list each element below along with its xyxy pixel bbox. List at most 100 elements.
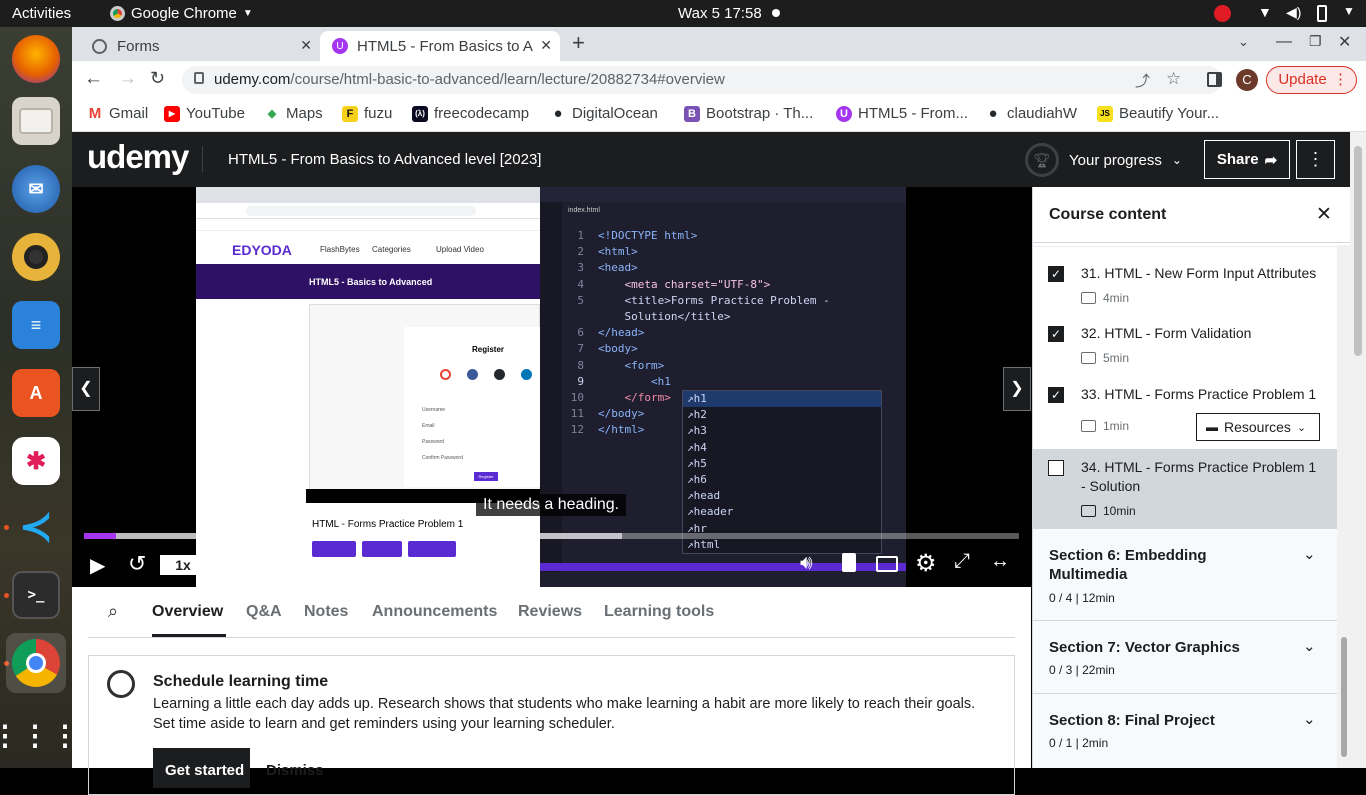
volume-icon[interactable]: 🔊︎ [800, 552, 813, 575]
tab-html5-course[interactable]: U HTML5 - From Basics to Ad ✕ [320, 31, 560, 61]
close-sidebar-icon[interactable]: ✕ [1316, 203, 1332, 226]
sidebar-scroll-thumb[interactable] [1341, 637, 1347, 757]
video-progress-bar[interactable] [84, 533, 1019, 539]
play-icon[interactable]: ▶ [90, 553, 105, 578]
thunderbird-icon[interactable]: ✉ [12, 165, 60, 213]
completed-checkbox[interactable]: ✓ [1048, 326, 1064, 342]
course-title[interactable]: HTML5 - From Basics to Advanced level [2… [228, 151, 541, 168]
side-panel-icon[interactable] [1207, 72, 1222, 87]
show-apps-icon[interactable]: ⋮⋮⋮ [0, 711, 79, 759]
completed-checkbox[interactable]: ✓ [1048, 266, 1064, 282]
lecture-title: 34. HTML - Forms Practice Problem 1 [1081, 459, 1317, 475]
update-button[interactable]: Update ⋮ [1266, 66, 1357, 94]
schedule-text-1: Learning a little each day adds up. Rese… [153, 696, 976, 712]
restore-window-button[interactable]: ❐ [1309, 33, 1322, 50]
bookmark-beautify[interactable]: JS Beautify Your... [1097, 105, 1219, 122]
rhythmbox-icon[interactable] [12, 233, 60, 281]
bookmark-youtube[interactable]: ▶ YouTube [164, 105, 245, 122]
bookmark-html5-course[interactable]: U HTML5 - From... [836, 105, 968, 122]
bookmark-bootstrap[interactable]: B Bootstrap · Th... [684, 105, 813, 122]
bookmark-star-icon[interactable]: ☆ [1166, 69, 1181, 89]
lecture-item[interactable]: ✓ 32. HTML - Form Validation 5min [1033, 309, 1337, 369]
battery-icon[interactable] [1317, 5, 1327, 22]
terminal-icon[interactable]: >_ [12, 571, 60, 619]
resources-dropdown[interactable]: ▬ Resources ⌄ [1196, 413, 1320, 441]
bookmark-fuzu[interactable]: Ffuzu [342, 105, 392, 122]
wifi-icon[interactable]: ▼ [1258, 4, 1272, 20]
transcript-icon[interactable] [842, 553, 856, 572]
libreoffice-writer-icon[interactable]: ≡ [12, 301, 60, 349]
forward-icon[interactable]: ↻ [218, 551, 236, 577]
section-title: Section 8: Final Project [1049, 712, 1215, 729]
next-lecture-button[interactable]: ❯ [1003, 367, 1031, 411]
chevron-down-icon: ⌄ [1296, 421, 1307, 434]
dismiss-button[interactable]: Dismiss [266, 762, 324, 779]
get-started-button[interactable]: Get started [153, 748, 250, 788]
tab-qa[interactable]: Q&A [246, 603, 282, 621]
inner-register-title: Register [472, 345, 505, 354]
completed-checkbox[interactable]: ✓ [1048, 387, 1064, 403]
profile-avatar[interactable]: C [1236, 69, 1258, 91]
fullscreen-icon[interactable]: ⤢ [954, 550, 970, 573]
incomplete-checkbox[interactable] [1048, 460, 1064, 476]
vscode-icon[interactable]: ≺ [12, 503, 60, 551]
lecture-item[interactable]: ✓ 31. HTML - New Form Input Attributes 4… [1033, 249, 1337, 309]
volume-icon[interactable]: ◀) [1286, 4, 1301, 21]
previous-lecture-button[interactable]: ❮ [72, 367, 100, 411]
tab-reviews[interactable]: Reviews [518, 603, 582, 621]
video-player[interactable]: EDYODA FlashBytes Categories Upload Vide… [72, 187, 1031, 587]
back-button[interactable]: ← [84, 68, 103, 90]
do-not-disturb-icon[interactable] [1214, 5, 1231, 22]
tab-label: Notes [304, 603, 349, 620]
section-header[interactable]: Section 8: Final Project 0 / 1 | 2min ⌄ [1033, 694, 1337, 768]
captions-icon[interactable] [876, 556, 898, 572]
app-menu[interactable]: Google Chrome ▼ [110, 5, 253, 22]
expand-width-icon[interactable]: ↔ [990, 550, 1010, 573]
more-options-button[interactable]: ⋮ [1296, 140, 1335, 179]
section-header[interactable]: Section 6: Embedding Multimedia 0 / 4 | … [1033, 529, 1337, 621]
minimize-window-button[interactable]: — [1276, 33, 1292, 51]
lecture-title: 33. HTML - Forms Practice Problem 1 [1081, 386, 1317, 402]
rewind-icon[interactable]: ↺ [128, 551, 146, 577]
close-tab-icon[interactable]: ✕ [540, 37, 552, 54]
tab-search-chevron-icon[interactable]: ⌄ [1238, 34, 1249, 50]
sidebar-scrollbar[interactable] [1337, 245, 1351, 768]
activities-button[interactable]: Activities [12, 5, 71, 22]
close-tab-icon[interactable]: ✕ [300, 37, 312, 54]
reload-button[interactable]: ↻ [150, 68, 165, 89]
page-scrollbar[interactable] [1350, 132, 1366, 768]
bookmark-freecodecamp[interactable]: (λ) freecodecamp [412, 105, 529, 122]
share-button[interactable]: Share ➦ [1204, 140, 1290, 179]
video-icon [1081, 352, 1096, 364]
chrome-icon[interactable] [12, 639, 60, 687]
tab-announcements[interactable]: Announcements [372, 603, 497, 621]
tab-overview[interactable]: Overview [152, 603, 223, 621]
bookmark-gmail[interactable]: M Gmail [87, 105, 148, 122]
files-icon[interactable] [12, 97, 60, 145]
software-center-icon[interactable]: A [12, 369, 60, 417]
clock[interactable]: Wax 5 17:58 [678, 5, 762, 22]
lecture-item[interactable]: ✓ 33. HTML - Forms Practice Problem 1 1m… [1033, 369, 1337, 449]
slack-icon[interactable]: ✱ [12, 437, 60, 485]
bookmark-maps[interactable]: ◆ Maps [264, 105, 323, 122]
playback-speed-button[interactable]: 1x [160, 555, 206, 575]
firefox-icon[interactable] [12, 35, 60, 83]
lecture-item-current[interactable]: 34. HTML - Forms Practice Problem 1 - So… [1033, 449, 1337, 529]
address-bar[interactable]: udemy.com/course/html-basic-to-advanced/… [182, 66, 1222, 94]
share-page-icon[interactable]: ⤴ [1135, 70, 1150, 91]
settings-gear-icon[interactable]: ⚙ [915, 549, 937, 578]
progress-dropdown[interactable]: 🏆︎ Your progress ⌄ [1025, 143, 1182, 177]
new-tab-button[interactable]: + [572, 30, 585, 56]
forward-button[interactable]: → [118, 68, 137, 90]
section-header[interactable]: Section 7: Vector Graphics 0 / 3 | 22min… [1033, 621, 1337, 694]
page-scroll-thumb[interactable] [1354, 146, 1362, 356]
system-menu-chevron-icon[interactable]: ▼ [1343, 4, 1355, 18]
bookmark-digitalocean[interactable]: ● DigitalOcean [550, 105, 658, 122]
tab-forms[interactable]: Forms ✕ [80, 31, 318, 61]
bookmark-claudiahw[interactable]: ● claudiahW [985, 105, 1077, 122]
tab-learning-tools[interactable]: Learning tools [604, 603, 714, 621]
close-window-button[interactable]: ✕ [1338, 32, 1351, 52]
tab-notes[interactable]: Notes [304, 603, 348, 621]
udemy-logo[interactable]: udemy [87, 138, 189, 176]
search-icon[interactable]: ⌕ [108, 601, 118, 622]
